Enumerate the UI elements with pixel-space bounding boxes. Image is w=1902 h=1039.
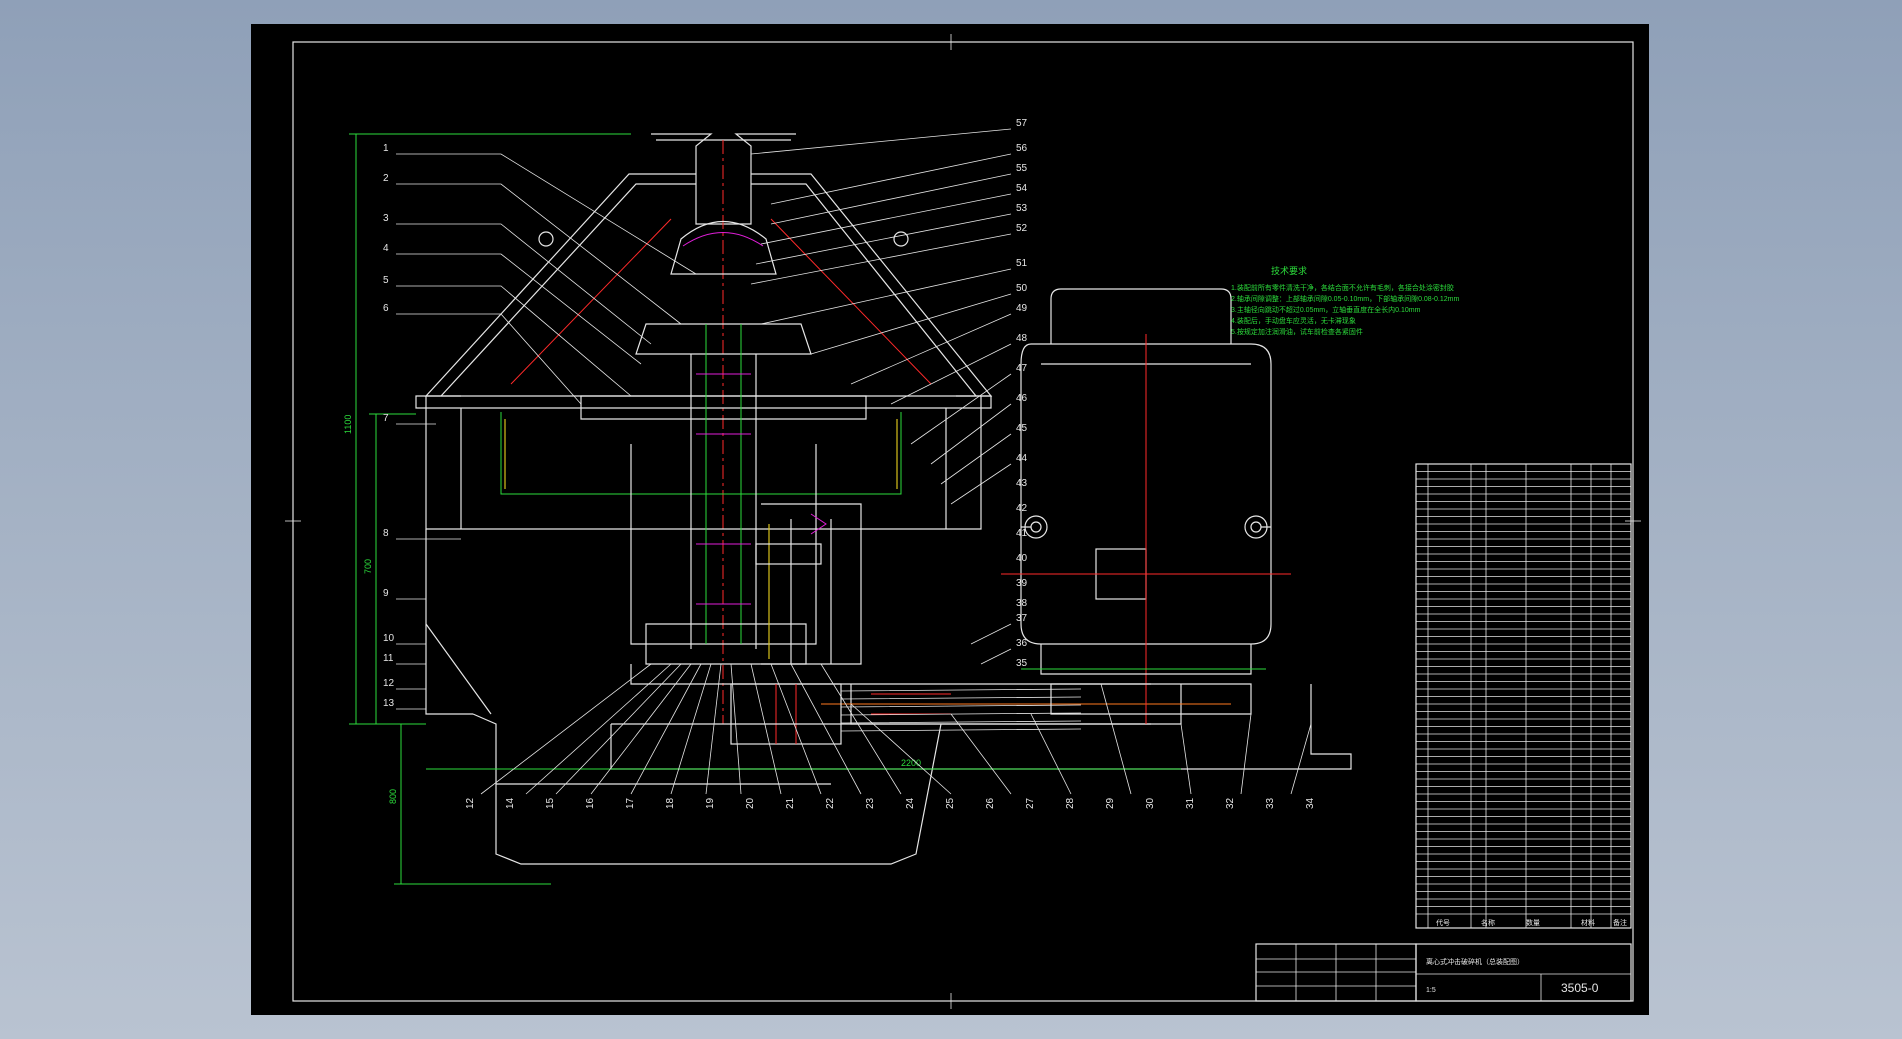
callout-bottom-16: 16 [585, 797, 596, 809]
bom-frame [1415, 463, 1632, 929]
callout-bottom-29: 29 [1105, 797, 1116, 809]
callout-left-1: 1 [383, 143, 389, 154]
callout-bottom-28: 28 [1065, 797, 1076, 809]
callout-right-35: 35 [1016, 658, 1028, 669]
callout-right-45: 45 [1016, 423, 1028, 434]
callout-left-6: 6 [383, 303, 389, 314]
callout-bottom-14: 14 [505, 797, 516, 809]
bom-header-3: 材料 [1581, 918, 1595, 927]
callout-right-46: 46 [1016, 393, 1028, 404]
callout-bottom-17: 17 [625, 797, 636, 809]
notes-title: 技术要求 [1271, 265, 1307, 276]
callout-bottom-22: 22 [825, 797, 836, 809]
callout-bottom-32: 32 [1225, 797, 1236, 809]
callout-bottom-33: 33 [1265, 797, 1276, 809]
svg-text:1100: 1100 [343, 415, 353, 434]
callout-right-53: 53 [1016, 203, 1028, 214]
callout-right-48: 48 [1016, 333, 1028, 344]
callout-left-4: 4 [383, 243, 389, 254]
callout-right-55: 55 [1016, 163, 1028, 174]
callout-right-36: 36 [1016, 638, 1028, 649]
callout-bottom-25: 25 [945, 797, 956, 809]
callout-bottom-24: 24 [905, 797, 916, 809]
callout-bottom-34: 34 [1305, 797, 1316, 809]
title-block: 离心式冲击破碎机（总装配图） 1:5 3505-0 [1255, 943, 1632, 1002]
callout-left-8: 8 [383, 528, 389, 539]
svg-text:2.轴承间隙调整：上部轴承间隙0.05-0.10mm，下部轴: 2.轴承间隙调整：上部轴承间隙0.05-0.10mm，下部轴承间隙0.08-0.… [1231, 294, 1459, 303]
svg-text:5.按规定加注润滑油，试车前检查各紧固件: 5.按规定加注润滑油，试车前检查各紧固件 [1231, 327, 1363, 336]
callout-bottom-20: 20 [745, 797, 756, 809]
title-block-name: 离心式冲击破碎机（总装配图） [1426, 957, 1524, 966]
callout-right-56: 56 [1016, 143, 1028, 154]
cad-viewport[interactable]: 1100 700 800 2200 1 2 3 4 5 6 7 8 9 10 11 12 13 57 56 5… [251, 24, 1649, 1015]
sheet-border [292, 41, 1634, 1002]
technical-notes: 技术要求 1.装配前所有零件清洗干净，各结合面不允许有毛刺，各接合处涂密封胶 2… [1231, 265, 1459, 336]
callout-right-51: 51 [1016, 258, 1028, 269]
callout-bottom-31: 31 [1185, 797, 1196, 809]
callout-right-41: 41 [1016, 528, 1028, 539]
leader-lines [396, 128, 1312, 795]
svg-text:4.装配后，手动盘车应灵活，无卡滞现象: 4.装配后，手动盘车应灵活，无卡滞现象 [1231, 316, 1356, 325]
bom-header-0: 代号 [1436, 918, 1450, 927]
callout-bottom-21: 21 [785, 797, 796, 809]
callout-left-3: 3 [383, 213, 389, 224]
callout-right-57: 57 [1016, 118, 1028, 129]
callout-right-54: 54 [1016, 183, 1028, 194]
callout-bottom-15: 15 [545, 797, 556, 809]
callout-right-40: 40 [1016, 553, 1028, 564]
svg-text:3.主轴径向跳动不超过0.05mm，立轴垂直度在全长内0.1: 3.主轴径向跳动不超过0.05mm，立轴垂直度在全长内0.10mm [1231, 305, 1421, 314]
svg-text:800: 800 [388, 789, 398, 804]
assembly-drawing: 1100 700 800 2200 1234567891011121357565… [285, 34, 1641, 1009]
callout-bottom-12: 12 [465, 797, 476, 809]
callout-left-9: 9 [383, 588, 389, 599]
callout-right-44: 44 [1016, 453, 1028, 464]
callout-left-11: 11 [383, 653, 394, 664]
bom-header-2: 数量 [1526, 918, 1540, 927]
svg-text:1.装配前所有零件清洗干净，各结合面不允许有毛刺，各接合处涂: 1.装配前所有零件清洗干净，各结合面不允许有毛刺，各接合处涂密封胶 [1231, 283, 1454, 292]
callout-bottom-26: 26 [985, 797, 996, 809]
parts-list: 代号 名称 数量 材料 备注 [1415, 463, 1632, 929]
callout-bottom-19: 19 [705, 797, 716, 809]
callout-right-50: 50 [1016, 283, 1028, 294]
callout-bottom-23: 23 [865, 797, 876, 809]
drawing-number: 3505-0 [1561, 981, 1599, 995]
title-block-scale: 1:5 [1426, 987, 1436, 994]
callout-left-10: 10 [383, 633, 395, 644]
callout-bottom-30: 30 [1145, 797, 1156, 809]
callout-right-38: 38 [1016, 598, 1028, 609]
callout-right-47: 47 [1016, 363, 1028, 374]
callout-right-43: 43 [1016, 478, 1028, 489]
bom-header-4: 备注 [1613, 918, 1627, 927]
callout-left-13: 13 [383, 698, 395, 709]
svg-text:700: 700 [363, 559, 373, 574]
callout-bottom-18: 18 [665, 797, 676, 809]
callout-right-49: 49 [1016, 303, 1028, 314]
callout-right-39: 39 [1016, 578, 1028, 589]
callout-left-5: 5 [383, 275, 389, 286]
callout-right-52: 52 [1016, 223, 1028, 234]
callout-left-12: 12 [383, 678, 395, 689]
callout-left-7: 7 [383, 413, 389, 424]
svg-text:2200: 2200 [901, 758, 921, 768]
callout-right-37: 37 [1016, 613, 1028, 624]
callout-right-42: 42 [1016, 503, 1028, 514]
bom-header-1: 名称 [1481, 918, 1495, 927]
callout-left-2: 2 [383, 173, 389, 184]
callout-bottom-27: 27 [1025, 797, 1036, 809]
